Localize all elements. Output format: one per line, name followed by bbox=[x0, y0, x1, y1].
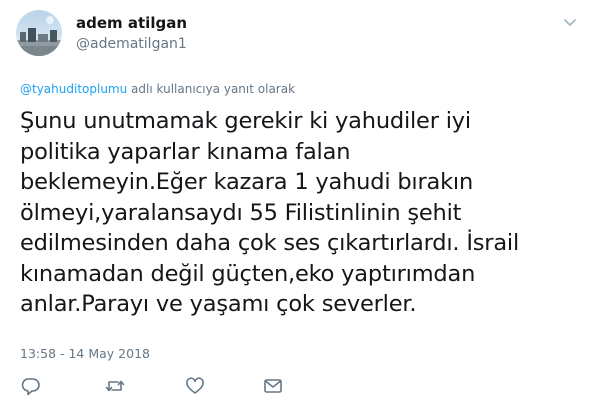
reply-mention-link[interactable]: @tyahuditoplumu bbox=[20, 82, 127, 96]
tweet-text-line: ölmeyi,yaralansaydı 55 Filistinlinin şeh… bbox=[20, 199, 462, 226]
reply-context-label: adlı kullanıcıya yanıt olarak bbox=[127, 82, 296, 96]
share-icon[interactable] bbox=[262, 375, 284, 397]
reply-icon[interactable] bbox=[20, 375, 42, 397]
retweet-icon[interactable] bbox=[104, 375, 126, 397]
tweet-text-line: Şunu unutmamak gerekir ki yahudiler iyi bbox=[20, 108, 471, 134]
tweet-actions bbox=[0, 372, 594, 402]
reply-context: @tyahuditoplumu adlı kullanıcıya yanıt o… bbox=[20, 82, 295, 96]
tweet-text-line: beklemeyin.Eğer kazara 1 yahudi bırakın bbox=[20, 169, 474, 195]
tweet-text-line: edilmesinden daha çok ses çıkartırlardı.… bbox=[20, 230, 520, 256]
tweet-timestamp[interactable]: 13:58 - 14 May 2018 bbox=[20, 346, 150, 361]
display-name[interactable]: adem atilgan bbox=[76, 14, 187, 32]
tweet-text-line: politika yaparlar kınama falan bbox=[20, 138, 351, 165]
like-icon[interactable] bbox=[184, 375, 206, 397]
tweet-card: adem atilgan @adematilgan1 @tyahuditoplu… bbox=[0, 0, 594, 410]
chevron-down-icon[interactable] bbox=[560, 12, 580, 32]
tweet-text-line: kınamadan değil güçten,eko yaptırımdan bbox=[20, 260, 476, 287]
tweet-text: Şunu unutmamak gerekir ki yahudiler iyi … bbox=[20, 106, 580, 320]
user-handle[interactable]: @adematilgan1 bbox=[76, 36, 187, 52]
tweet-text-line: anlar.Parayı ve yaşamı çok severler. bbox=[20, 291, 417, 317]
avatar[interactable] bbox=[16, 10, 62, 56]
